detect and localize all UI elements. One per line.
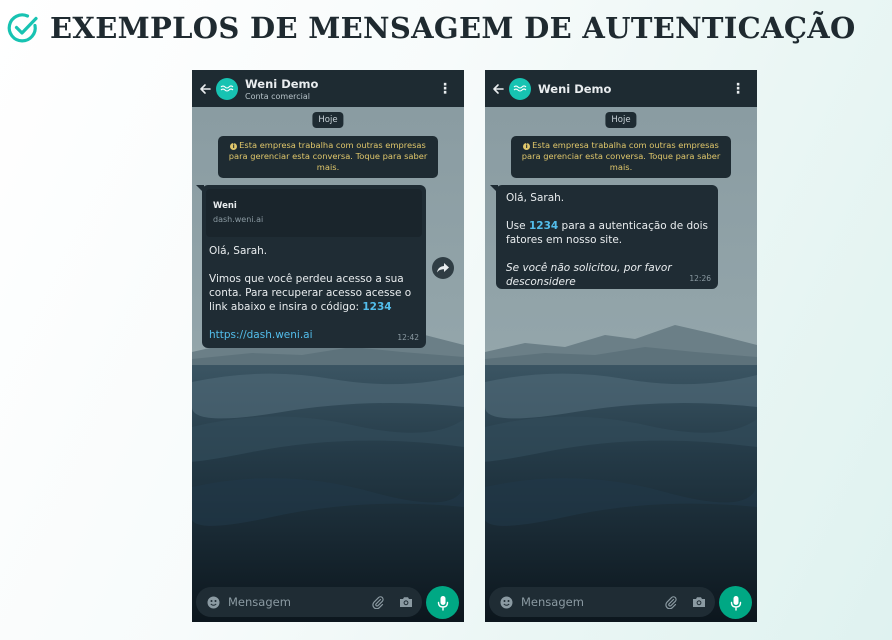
business-notice[interactable]: i Esta empresa trabalha com outras empres…	[511, 136, 731, 178]
auth-code: 1234	[362, 301, 392, 313]
weni-logo-icon[interactable]	[216, 77, 238, 100]
auth-code: 1234	[528, 220, 559, 232]
business-notice[interactable]: i Esta empresa trabalha com outras empres…	[218, 136, 438, 178]
link-preview[interactable]: Weni dash.weni.ai	[206, 189, 422, 237]
chat-title-block[interactable]: Weni Demo Conta comercial	[245, 77, 318, 101]
message-greeting: Olá, Sarah.	[209, 245, 268, 257]
message-body: Vimos que você perdeu acesso a sua conta…	[209, 272, 419, 314]
message-text: Olá, Sarah. Use 1234 para a autenticação…	[503, 191, 711, 289]
business-notice-text: Esta empresa trabalha com outras empresa…	[521, 140, 721, 172]
share-icon[interactable]	[432, 257, 454, 279]
phone-screen-link-message: Weni Demo Conta comercial ⋮ Hoje i Esta e…	[192, 70, 464, 622]
attach-icon[interactable]	[662, 595, 680, 609]
camera-icon[interactable]	[690, 596, 708, 608]
more-vert-icon[interactable]: ⋮	[438, 82, 452, 96]
chat-title-block[interactable]: Weni Demo	[538, 82, 611, 96]
bubble-tail	[196, 185, 204, 193]
message-time: 12:26	[689, 274, 711, 283]
business-notice-text: Esta empresa trabalha com outras empresa…	[228, 140, 428, 172]
emoji-icon[interactable]	[496, 596, 516, 609]
date-divider: Hoje	[312, 112, 344, 128]
link-preview-title: Weni	[213, 201, 237, 211]
phone-screen-2fa-message: Weni Demo ⋮ Hoje i Esta empresa trabalha …	[485, 70, 757, 622]
link-preview-url: dash.weni.ai	[213, 215, 264, 224]
message-composer[interactable]: Mensagem	[489, 587, 715, 617]
message-bubble[interactable]: Weni dash.weni.ai Olá, Sarah. Vimos que …	[196, 185, 426, 348]
back-arrow-icon[interactable]	[195, 83, 215, 95]
chat-name: Weni Demo	[538, 81, 612, 96]
date-divider: Hoje	[605, 112, 637, 128]
page-header: EXEMPLOS DE MENSAGEM DE AUTENTICAÇÃO	[6, 8, 856, 48]
page-title: EXEMPLOS DE MENSAGEM DE AUTENTICAÇÃO	[50, 11, 856, 45]
message-input[interactable]: Mensagem	[228, 595, 369, 609]
camera-icon[interactable]	[397, 596, 415, 608]
more-vert-icon[interactable]: ⋮	[731, 82, 745, 96]
attach-icon[interactable]	[369, 595, 387, 609]
info-icon: i	[523, 143, 531, 150]
message-time: 12:42	[397, 333, 419, 342]
message-bubble[interactable]: Olá, Sarah. Use 1234 para a autenticação…	[490, 185, 718, 289]
chat-name: Weni Demo	[245, 76, 319, 91]
message-link[interactable]: https://dash.weni.ai	[209, 329, 313, 341]
emoji-icon[interactable]	[203, 596, 223, 609]
chat-subtitle: Conta comercial	[245, 91, 310, 101]
message-greeting: Olá, Sarah.	[506, 192, 565, 204]
check-circle-icon	[6, 11, 40, 45]
bubble-tail	[490, 185, 498, 193]
message-body: Use 1234 para a autenticação de dois fat…	[506, 219, 708, 247]
message-composer[interactable]: Mensagem	[196, 587, 422, 617]
info-icon: i	[230, 143, 238, 150]
weni-logo-icon[interactable]	[509, 77, 531, 100]
back-arrow-icon[interactable]	[488, 83, 508, 95]
message-body-prefix: Use	[506, 220, 526, 232]
mic-icon[interactable]	[719, 586, 752, 619]
chat-header: Weni Demo Conta comercial ⋮	[192, 70, 464, 107]
message-footer: Se você não solicitou, por favor descons…	[506, 262, 672, 288]
message-text: Olá, Sarah. Vimos que você perdeu acesso…	[206, 244, 422, 342]
chat-header: Weni Demo ⋮	[485, 70, 757, 107]
mic-icon[interactable]	[426, 586, 459, 619]
message-input[interactable]: Mensagem	[521, 595, 662, 609]
